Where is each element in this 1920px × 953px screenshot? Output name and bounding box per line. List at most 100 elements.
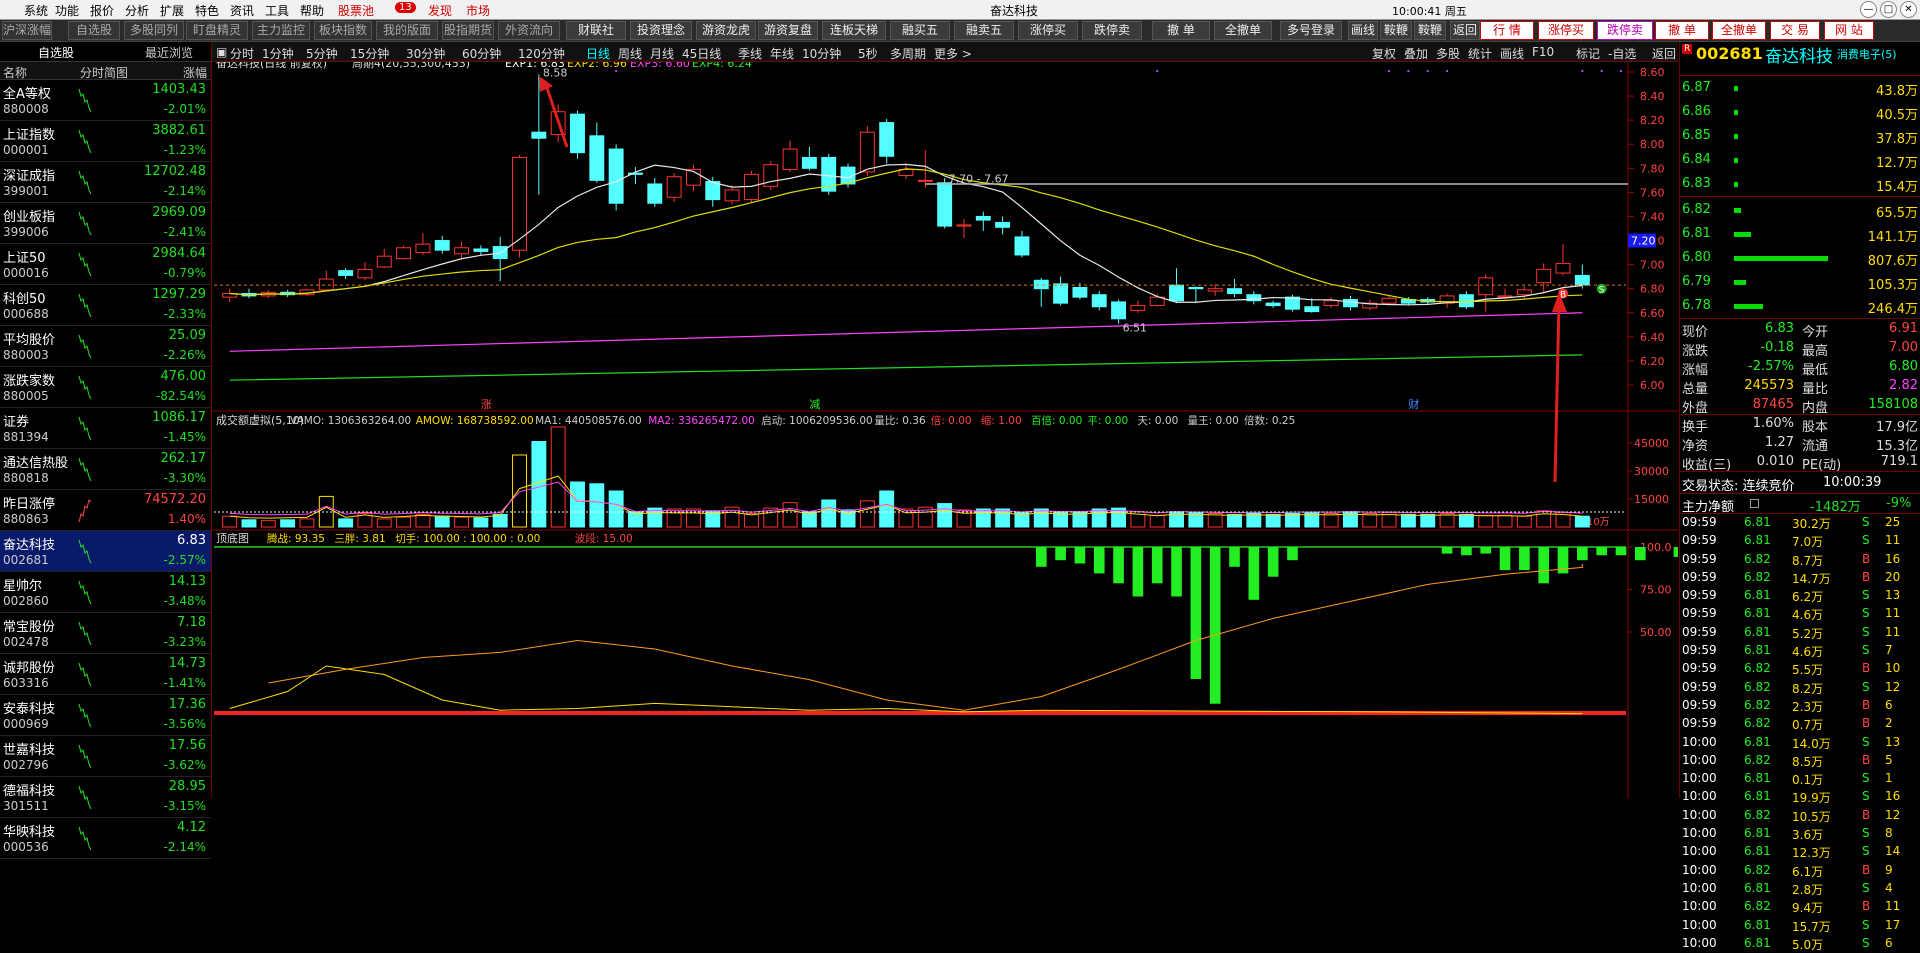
chart-tool-3[interactable]: 统计 [1468,45,1492,62]
candle-body[interactable] [917,179,933,182]
toolbar-right-button-1[interactable]: 涨停买 [1538,21,1594,40]
candle-body[interactable] [1381,297,1397,304]
volume-bar[interactable] [338,518,354,528]
volume-bar[interactable] [1497,514,1513,528]
volume-bar[interactable] [1516,515,1532,528]
chart-tool-0[interactable]: 复权 [1372,45,1396,62]
candle-body[interactable] [1265,302,1281,307]
stock-row[interactable]: 昨日涨停 880863 74572.20 1.40% [0,490,211,531]
volume-bar[interactable] [1574,515,1590,528]
candle-body[interactable] [724,189,740,202]
volume-bar[interactable] [1400,513,1416,528]
toolbar-mid-button-5[interactable]: 融买五 [890,21,950,40]
candle-body[interactable] [1130,305,1146,311]
volume-bar[interactable] [859,500,875,528]
candle-body[interactable] [434,240,450,251]
menu-item-1[interactable]: 功能 [55,2,79,19]
candle-body[interactable] [512,156,527,251]
volume-bar[interactable] [1420,513,1436,528]
toolbar-mid-button-2[interactable]: 游资龙虎 [696,21,756,40]
event-marker[interactable]: 减 [809,398,820,411]
header-chart[interactable]: 分时简图 [80,64,128,81]
candle-body[interactable] [570,113,585,154]
chart-tool-7[interactable]: -自选 [1608,45,1636,62]
candle-body[interactable] [376,255,392,268]
toolbar-mid-button-7[interactable]: 涨停买 [1018,21,1078,40]
orderbook-row[interactable]: 6.81 141.1万 [1680,222,1920,246]
stock-row[interactable]: 诚邦股份 603316 14.73 -1.41% [0,654,211,695]
toolbar-left-button-0[interactable]: 沪深涨幅 [2,21,52,40]
candle-body[interactable] [1304,306,1320,313]
orderbook-row[interactable]: 6.82 65.5万 [1680,198,1920,222]
menu-item-7[interactable]: 工具 [265,2,289,19]
volume-bar[interactable] [821,499,837,528]
volume-bar[interactable] [782,502,798,528]
toolbar-mid-button-1[interactable]: 投资理念 [630,21,692,40]
candle-body[interactable] [1516,289,1532,296]
stock-row[interactable]: 上证50 000016 2984.64 -0.79% [0,244,211,285]
candle-body[interactable] [415,243,431,254]
candle-body[interactable] [1072,286,1088,298]
chart-tool-1[interactable]: 叠加 [1404,45,1428,62]
period-tab-16[interactable]: 更多 > [934,45,972,62]
period-tab-8[interactable]: 周线 [618,45,642,62]
orderbook-row[interactable]: 6.86 40.5万 [1680,100,1920,124]
toolbar-left-button-5[interactable]: 板块指数 [314,21,372,40]
chart-tool-5[interactable]: F10 [1532,45,1554,59]
kline-chart[interactable]: 8.60 8.40 8.20 8.00 7.80 7.60 7.40 7.20 7.00 6.80… [212,62,1678,798]
toolbar-mid-button-0[interactable]: 财联社 [566,21,626,40]
volume-bar[interactable] [608,490,624,528]
volume-bar[interactable] [1478,514,1494,528]
candle-body[interactable] [1014,236,1030,256]
orderbook-row[interactable]: 6.79 105.3万 [1680,270,1920,294]
volume-bar[interactable] [879,490,895,528]
candle-body[interactable] [589,135,605,181]
candle-body[interactable] [705,181,721,201]
period-tab-2[interactable]: 5分钟 [306,45,338,62]
tab-watchlist[interactable]: 自选股 [38,44,74,61]
orderbook-row[interactable]: 6.85 37.8万 [1680,124,1920,148]
chart-tool-6[interactable]: 标记 [1576,45,1600,62]
candle-body[interactable] [357,268,373,279]
menu-item-0[interactable]: 系统 [24,2,48,19]
minimize-icon[interactable]: — [1860,1,1877,18]
toolbar-right-button-2[interactable]: 跌停卖 [1597,21,1653,40]
toolbar-left-button-1[interactable]: 自选股 [68,21,120,40]
menu-stock-pool[interactable]: 股票池 [338,2,374,19]
toolbar-left-button-8[interactable]: 外资流向 [498,21,560,40]
volume-bar[interactable] [743,513,759,528]
candle-body[interactable] [1536,268,1552,284]
toolbar-left-button-4[interactable]: 主力监控 [252,21,310,40]
tab-recent[interactable]: 最近浏览 [145,44,193,61]
candle-body[interactable] [1207,288,1223,292]
orderbook-row[interactable]: 6.78 246.4万 [1680,294,1920,318]
toolbar-mid-button-13[interactable]: 鞍鞭A [1380,21,1412,54]
volume-bar[interactable] [570,481,585,528]
candle-body[interactable] [454,247,470,255]
toolbar-mid-button-4[interactable]: 连板天梯 [822,21,886,40]
candle-body[interactable] [1169,284,1184,302]
period-tab-10[interactable]: 45日线 [682,45,721,62]
period-tab-14[interactable]: 5秒 [858,45,878,62]
toolbar-right-button-6[interactable]: 网 站 [1824,21,1874,40]
close-icon[interactable]: ✕ [1900,1,1917,18]
stock-row[interactable]: 华映科技 000536 4.12 -2.14% [0,818,211,859]
orderbook-row[interactable]: 6.87 43.8万 [1680,76,1920,100]
menu-item-2[interactable]: 报价 [90,2,114,19]
candle-body[interactable] [1091,294,1107,308]
period-tab-12[interactable]: 年线 [770,45,794,62]
period-tab-13[interactable]: 10分钟 [802,45,841,62]
stock-row[interactable]: 上证指数 000001 3882.61 -1.23% [0,121,211,162]
volume-bar[interactable] [589,483,605,528]
toolbar-mid-button-8[interactable]: 跌停卖 [1082,21,1142,40]
volume-bar[interactable] [222,515,238,528]
volume-bar[interactable] [492,513,508,528]
layout-toggle-icon[interactable]: ▣ [216,45,227,59]
toolbar-left-button-2[interactable]: 多股同列 [124,21,184,40]
volume-bar[interactable] [280,519,296,528]
candle-body[interactable] [473,248,489,252]
chart-tool-2[interactable]: 多股 [1436,45,1460,62]
candle-body[interactable] [338,270,354,276]
candle-body[interactable] [859,131,875,173]
volume-bar[interactable] [1362,513,1378,528]
